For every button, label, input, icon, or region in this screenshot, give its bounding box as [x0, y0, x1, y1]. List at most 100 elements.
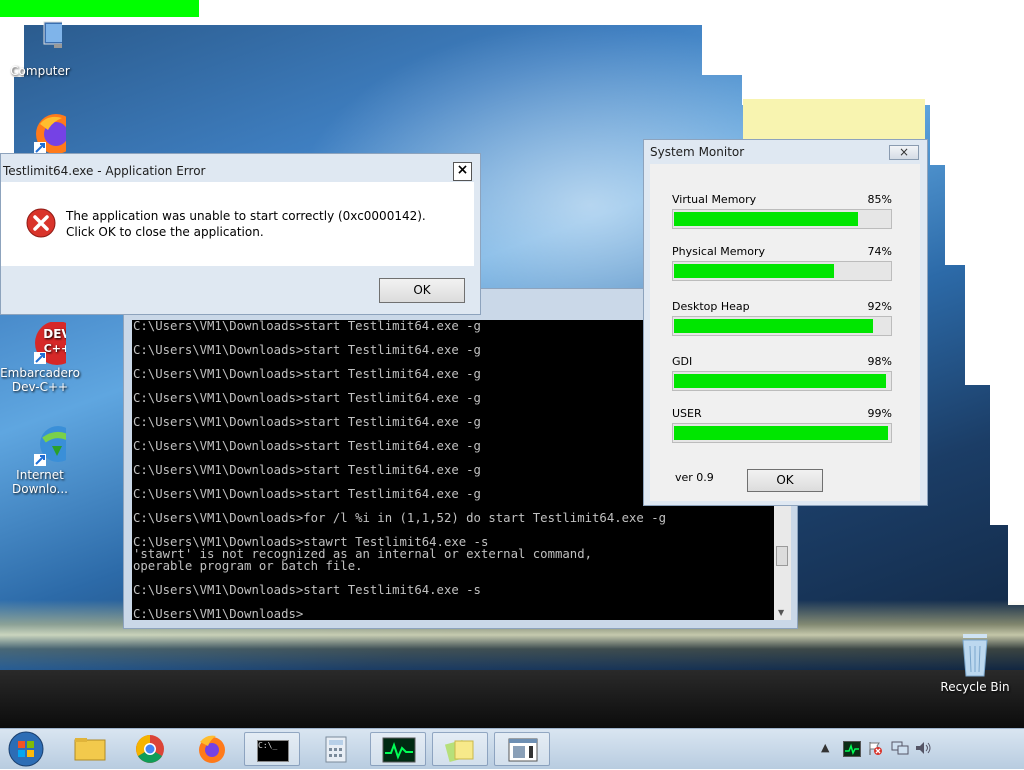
desktop-icon-label: Recycle Bin	[940, 680, 1010, 694]
taskbar-sticky-notes[interactable]	[432, 732, 488, 766]
taskbar-system-monitor[interactable]	[370, 732, 426, 766]
wallpaper-white-area	[990, 385, 1024, 525]
meter-bar	[672, 371, 892, 391]
start-button[interactable]	[6, 731, 48, 767]
console-line: C:\Users\VM1\Downloads>start Testlimit64…	[133, 463, 481, 477]
desktop-icon-idm[interactable]: Internet Downlo...	[0, 424, 80, 496]
window-close-button[interactable]: ×	[889, 145, 919, 160]
application-error-dialog[interactable]: Testlimit64.exe - Application Error × Th…	[0, 153, 481, 315]
monitor-graph-icon	[382, 737, 416, 763]
meter-percent: 74%	[867, 245, 892, 258]
console-line: operable program or batch file.	[133, 559, 363, 573]
network-icon[interactable]	[891, 740, 909, 756]
desktop-icon-devcpp[interactable]: DEV C++ Embarcadero Dev-C++	[0, 321, 80, 394]
monitor-panel: Virtual Memory 85% Physical Memory 74% D…	[650, 164, 920, 501]
command-prompt-icon: C:\_	[257, 740, 289, 762]
meter-label: Physical Memory	[672, 245, 765, 258]
scroll-down-icon[interactable]: ▼	[778, 608, 784, 617]
console-line: C:\Users\VM1\Downloads>start Testlimit64…	[133, 487, 481, 501]
cmd-icon-text: C:\_	[258, 741, 278, 750]
desktop-icon-recycle-bin[interactable]: Recycle Bin	[935, 630, 1015, 694]
meter-bar	[672, 316, 892, 336]
meter-percent: 92%	[867, 300, 892, 313]
desktop-icon-label: Internet	[16, 468, 64, 482]
meter-label: Virtual Memory	[672, 193, 757, 206]
dialog-ok-button[interactable]: OK	[379, 278, 465, 303]
desktop-icon-label: Computer	[10, 64, 70, 78]
chrome-icon	[136, 735, 164, 763]
desktop-icon-firefox[interactable]	[0, 112, 80, 156]
wallpaper-white-area	[702, 25, 1024, 75]
console-line: C:\Users\VM1\Downloads>start Testlimit64…	[133, 367, 481, 381]
console-line: C:\Users\VM1\Downloads>start Testlimit64…	[133, 583, 481, 597]
close-icon: ×	[898, 145, 910, 159]
wallpaper-bottom	[0, 670, 1024, 728]
dialog-close-button[interactable]: ×	[453, 162, 472, 181]
taskbar-explorer[interactable]	[62, 732, 118, 766]
console-line: C:\Users\VM1\Downloads>start Testlimit64…	[133, 320, 481, 333]
console-line: C:\Users\VM1\Downloads>start Testlimit64…	[133, 415, 481, 429]
meter-fill	[674, 264, 834, 278]
meter-bar	[672, 261, 892, 281]
meter-bar	[672, 423, 892, 443]
meter-percent: 99%	[867, 407, 892, 420]
action-center-flag-icon[interactable]	[867, 740, 883, 756]
tray-graph-icon	[845, 743, 859, 756]
taskbar-firefox[interactable]	[182, 732, 238, 766]
wallpaper-white-area	[945, 165, 1024, 265]
wallpaper-white-area	[965, 265, 1024, 385]
computer-icon	[18, 20, 79, 64]
meter-fill	[674, 319, 873, 333]
top-progress-bar	[0, 0, 199, 17]
meter-bar	[672, 209, 892, 229]
meter-percent: 85%	[867, 193, 892, 206]
taskbar-command-prompt[interactable]: C:\_	[244, 732, 300, 766]
meter-fill	[674, 374, 886, 388]
monitor-ok-button[interactable]: OK	[747, 469, 823, 492]
meter-fill	[674, 212, 858, 226]
close-icon: ×	[456, 162, 469, 178]
volume-icon[interactable]	[914, 740, 932, 756]
devcpp-badge-bottom: C++	[44, 342, 66, 355]
console-line: C:\Users\VM1\Downloads>_	[133, 607, 311, 620]
taskbar-app-window[interactable]	[494, 732, 550, 766]
console-line: C:\Users\VM1\Downloads>start Testlimit64…	[133, 439, 481, 453]
scrollbar-thumb[interactable]	[776, 546, 788, 566]
calculator-icon	[325, 736, 347, 763]
internet-download-manager-icon	[18, 424, 76, 468]
tray-chevron-icon[interactable]: ▲	[821, 741, 829, 754]
console-line: C:\Users\VM1\Downloads>start Testlimit64…	[133, 343, 481, 357]
console-output: C:\Users\VM1\Downloads>start Testlimit64…	[133, 320, 666, 620]
folder-icon	[74, 738, 106, 761]
error-message: The application was unable to start corr…	[66, 209, 426, 239]
wallpaper-white-area	[930, 105, 1024, 165]
version-label: ver 0.9	[675, 471, 714, 484]
taskbar-chrome[interactable]	[122, 732, 178, 766]
desktop-icon-computer[interactable]: Computer	[0, 20, 80, 78]
taskbar-calculator[interactable]	[308, 732, 364, 766]
meter-label: Desktop Heap	[672, 300, 750, 313]
taskbar: C:\_ ▲	[0, 728, 1024, 769]
recycle-bin-icon	[955, 630, 995, 680]
console-line: C:\Users\VM1\Downloads>start Testlimit64…	[133, 391, 481, 405]
meter-label: USER	[672, 407, 702, 420]
window-title: System Monitor	[650, 145, 745, 159]
application-window-icon	[508, 738, 538, 762]
firefox-icon	[199, 735, 225, 763]
wallpaper-white-area	[1008, 525, 1024, 605]
devcpp-icon: DEV C++	[18, 321, 79, 366]
meter-percent: 98%	[867, 355, 892, 368]
windows-logo-icon	[8, 731, 44, 767]
firefox-icon	[18, 112, 76, 156]
sticky-note[interactable]	[743, 99, 925, 139]
error-icon	[26, 208, 56, 238]
dialog-title: Testlimit64.exe - Application Error	[3, 164, 206, 178]
meter-fill	[674, 426, 888, 440]
desktop-icon-label: Dev-C++	[11, 380, 69, 394]
system-monitor-window[interactable]: System Monitor × Virtual Memory 85% Phys…	[643, 139, 928, 506]
dialog-body: The application was unable to start corr…	[1, 182, 474, 266]
desktop-icon-label: Embarcadero	[0, 366, 80, 380]
desktop-icon-label: Downlo...	[12, 482, 68, 496]
tray-monitor-icon[interactable]	[843, 741, 861, 757]
devcpp-badge-top: DEV	[43, 327, 66, 341]
